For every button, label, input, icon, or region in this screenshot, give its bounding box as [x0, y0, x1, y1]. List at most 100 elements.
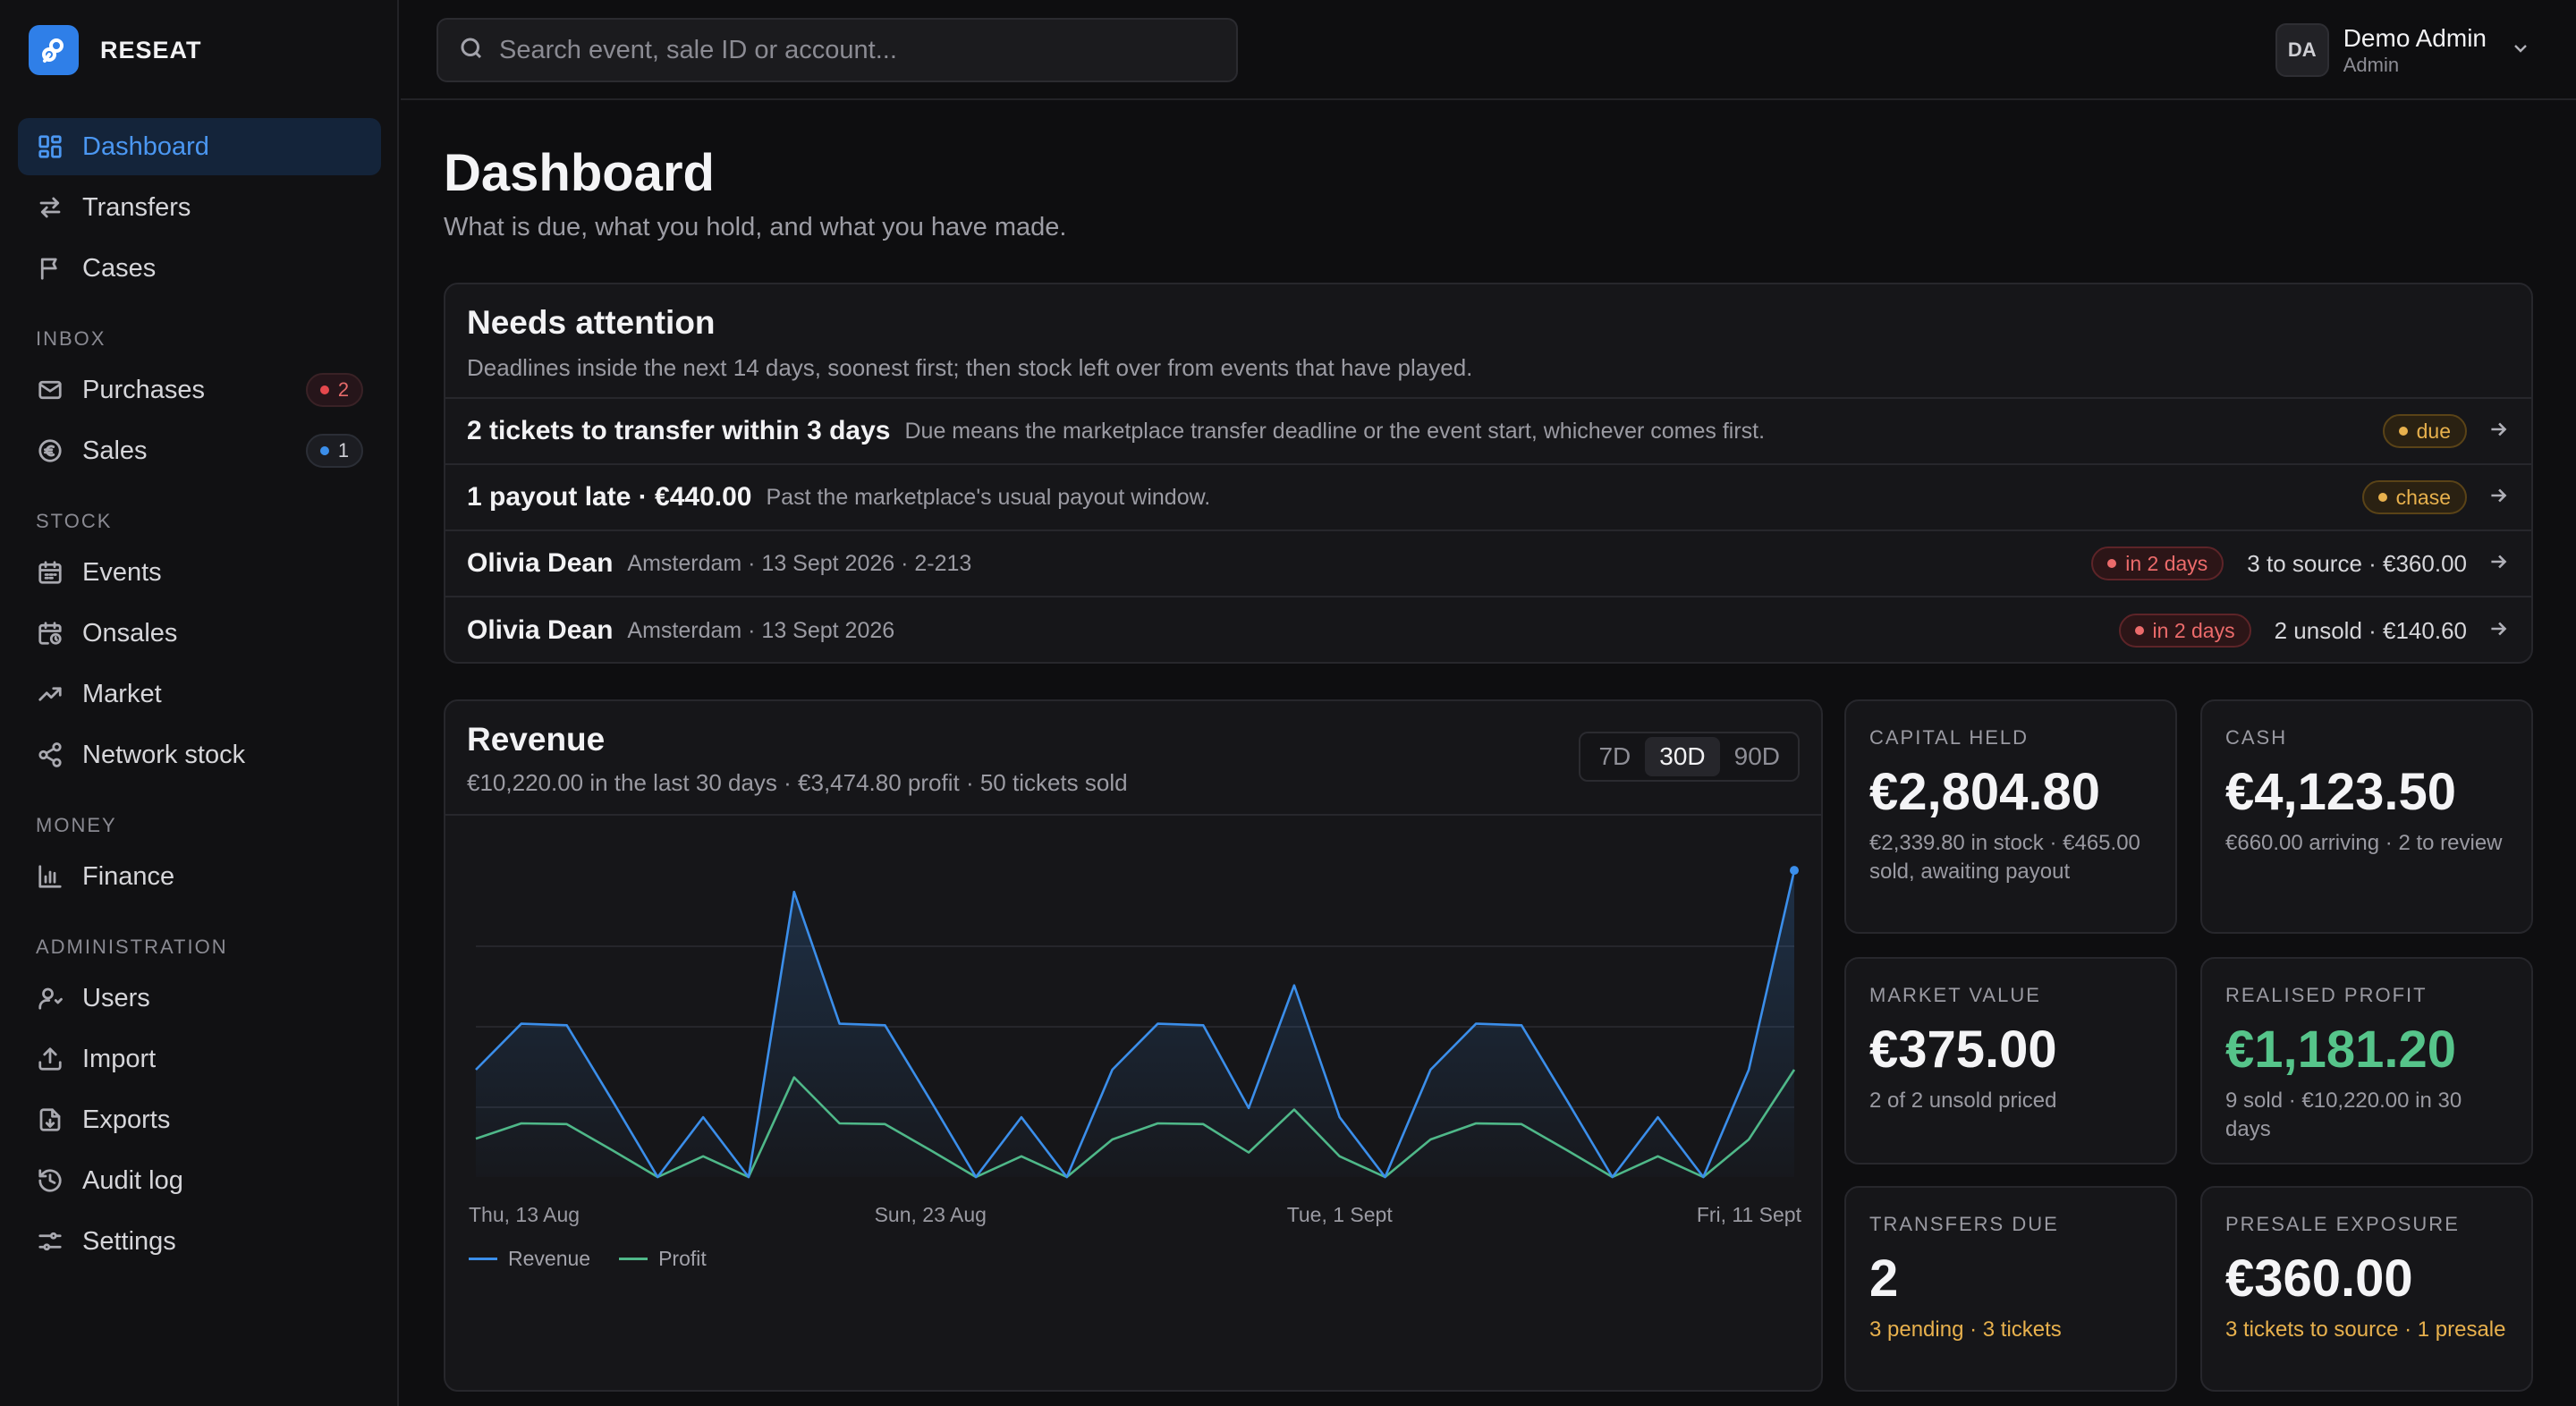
- sidebar-item-label: Exports: [82, 1105, 171, 1134]
- attention-row-right: due: [2382, 414, 2510, 448]
- history-icon: [36, 1166, 64, 1195]
- sidebar-item-label: Onsales: [82, 618, 178, 648]
- stat-card-presale-exposure[interactable]: PRESALE EXPOSURE €360.00 3 tickets to so…: [2200, 1186, 2533, 1392]
- stat-value: €4,123.50: [2225, 763, 2457, 821]
- status-badge-label: in 2 days: [2125, 551, 2208, 575]
- attention-row[interactable]: Olivia Dean Amsterdam · 13 Sept 2026 in …: [445, 597, 2531, 664]
- range-selector: 7D 30D 90D: [1579, 732, 1800, 782]
- stat-card-cash[interactable]: CASH €4,123.50 €660.00 arriving · 2 to r…: [2200, 699, 2533, 934]
- revenue-chart: Thu, 13 Aug Sun, 23 Aug Tue, 1 Sept Fri, 11…: [445, 817, 1825, 1390]
- attention-row-main: Olivia Dean: [467, 548, 614, 578]
- stat-description: 3 tickets to source · 1 presale: [2225, 1317, 2506, 1342]
- arrow-right-icon[interactable]: [2487, 617, 2510, 645]
- range-30d-button[interactable]: 30D: [1645, 737, 1720, 776]
- sidebar-item-label: Events: [82, 557, 162, 587]
- revenue-header: Revenue €10,220.00 in the last 30 days ·…: [445, 701, 1821, 816]
- sidebar-item-label: Network stock: [82, 740, 246, 769]
- range-90d-button[interactable]: 90D: [1720, 737, 1794, 776]
- flag-icon: [36, 254, 64, 283]
- user-menu[interactable]: DA Demo Admin Admin: [2275, 21, 2531, 79]
- stat-card-market-value[interactable]: MARKET VALUE €375.00 2 of 2 unsold price…: [1844, 957, 2177, 1165]
- x-tick-label: Thu, 13 Aug: [469, 1203, 580, 1226]
- sidebar-item-import[interactable]: Import: [18, 1030, 381, 1088]
- arrow-right-icon[interactable]: [2487, 550, 2510, 578]
- attention-row[interactable]: Olivia Dean Amsterdam · 13 Sept 2026 · 2…: [445, 531, 2531, 597]
- stat-label: CAPITAL HELD: [1869, 726, 2029, 749]
- legend-swatch: [619, 1258, 648, 1260]
- topbar: DA Demo Admin Admin: [401, 0, 2576, 100]
- sidebar-item-settings[interactable]: Settings: [18, 1213, 381, 1270]
- x-tick-label: Tue, 1 Sept: [1287, 1203, 1394, 1226]
- sidebar-item-cases[interactable]: Cases: [18, 240, 381, 297]
- section-label-stock: STOCK: [36, 510, 113, 532]
- legend-item-profit: Profit: [619, 1247, 707, 1271]
- sidebar-item-finance[interactable]: Finance: [18, 848, 381, 905]
- transfer-icon: [36, 193, 64, 222]
- sidebar-item-network-stock[interactable]: Network stock: [18, 726, 381, 783]
- sidebar-item-label: Cases: [82, 253, 157, 283]
- badge-dot: [319, 446, 329, 455]
- sidebar-item-exports[interactable]: Exports: [18, 1091, 381, 1148]
- attention-row[interactable]: 2 tickets to transfer within 3 days Due …: [445, 399, 2531, 465]
- status-badge: chase: [2361, 480, 2467, 514]
- page-title: Dashboard: [444, 144, 715, 202]
- brand-name: RESEAT: [100, 36, 202, 64]
- avatar: DA: [2275, 23, 2329, 77]
- attention-row-detail: Past the marketplace's usual payout wind…: [766, 484, 1211, 510]
- section-label-money: MONEY: [36, 814, 117, 836]
- sidebar-item-label: Transfers: [82, 192, 191, 222]
- sidebar-item-transfers[interactable]: Transfers: [18, 179, 381, 236]
- badge-dot: [319, 385, 329, 394]
- attention-row-detail: Amsterdam · 13 Sept 2026 · 2-213: [627, 550, 972, 576]
- sidebar-item-events[interactable]: Events: [18, 544, 381, 601]
- stat-label: TRANSFERS DUE: [1869, 1213, 2059, 1235]
- search-box[interactable]: [436, 18, 1238, 82]
- sidebar-item-sales[interactable]: Sales 1: [18, 422, 381, 479]
- attention-row-detail: Due means the marketplace transfer deadl…: [904, 418, 1766, 444]
- stat-description: €2,339.80 in stock · €465.00 sold, await…: [1869, 831, 2140, 885]
- search-input[interactable]: [499, 35, 1215, 65]
- attention-row-right: chase: [2361, 480, 2510, 514]
- attention-row-main: 2 tickets to transfer within 3 days: [467, 416, 891, 445]
- sidebar-item-users[interactable]: Users: [18, 970, 381, 1027]
- sidebar-item-label: Market: [82, 679, 162, 708]
- share-icon: [36, 741, 64, 769]
- brand[interactable]: RESEAT: [29, 25, 202, 75]
- stat-card-transfers-due[interactable]: TRANSFERS DUE 2 3 pending · 3 tickets: [1844, 1186, 2177, 1392]
- sidebar-item-onsales[interactable]: Onsales: [18, 605, 381, 662]
- legend-label: Profit: [658, 1247, 707, 1270]
- arrow-right-icon[interactable]: [2487, 418, 2510, 445]
- sidebar-item-label: Audit log: [82, 1165, 183, 1195]
- stat-card-realised-profit[interactable]: REALISED PROFIT €1,181.20 9 sold · €10,2…: [2200, 957, 2533, 1165]
- stat-description: 9 sold · €10,220.00 in 30 days: [2225, 1088, 2462, 1142]
- arrow-right-icon[interactable]: [2487, 484, 2510, 512]
- stat-description: 3 pending · 3 tickets: [1869, 1317, 2062, 1342]
- attention-row-meta: 2 unsold · €140.60: [2274, 616, 2467, 644]
- stat-value: €360.00: [2225, 1249, 2413, 1308]
- legend-swatch: [469, 1258, 497, 1260]
- badge-dot: [2377, 493, 2387, 502]
- stat-description: €660.00 arriving · 2 to review: [2225, 831, 2503, 855]
- sidebar-nav: Dashboard Transfers Cases INBOX Purchase…: [18, 118, 381, 1274]
- status-badge-label: chase: [2395, 485, 2451, 509]
- upload-icon: [36, 1045, 64, 1073]
- attention-row[interactable]: 1 payout late · €440.00 Past the marketp…: [445, 465, 2531, 531]
- users-icon: [36, 984, 64, 1012]
- legend-item-revenue: Revenue: [469, 1247, 590, 1271]
- sidebar-item-market[interactable]: Market: [18, 665, 381, 723]
- sidebar-item-purchases[interactable]: Purchases 2: [18, 361, 381, 419]
- attention-row-meta: 3 to source · €360.00: [2247, 549, 2467, 577]
- x-tick-label: Sun, 23 Aug: [875, 1203, 987, 1226]
- stat-card-capital-held[interactable]: CAPITAL HELD €2,804.80 €2,339.80 in stoc…: [1844, 699, 2177, 934]
- range-7d-button[interactable]: 7D: [1584, 737, 1645, 776]
- status-badge-label: due: [2416, 419, 2451, 443]
- sidebar-item-label: Import: [82, 1044, 157, 1073]
- user-name: Demo Admin: [2343, 24, 2487, 52]
- sidebar-item-dashboard[interactable]: Dashboard: [18, 118, 381, 175]
- dashboard-icon: [36, 132, 64, 161]
- chart-legend: Revenue Profit: [469, 1247, 707, 1271]
- revenue-chart-svg: Thu, 13 Aug Sun, 23 Aug Tue, 1 Sept Fri, 11…: [469, 866, 1802, 1226]
- sidebar-item-audit-log[interactable]: Audit log: [18, 1152, 381, 1209]
- stat-value: €375.00: [1869, 1021, 2057, 1079]
- user-info: Demo Admin Admin: [2343, 23, 2487, 77]
